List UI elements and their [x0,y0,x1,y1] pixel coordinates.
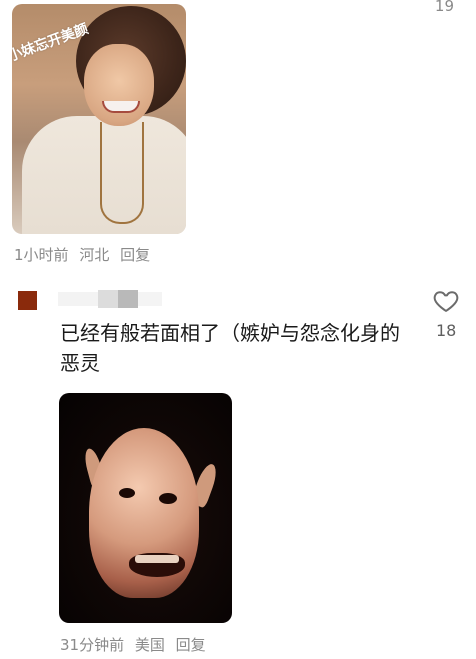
comment-meta: 31分钟前 美国 回复 [60,634,212,655]
blur-block [58,292,98,306]
avatar[interactable] [18,291,37,310]
image-face-shape [84,44,154,126]
top-comment-location: 河北 [79,246,110,264]
mask-teeth [135,555,179,563]
top-comment-time: 1小时前 [14,246,69,264]
heart-outline-icon[interactable] [432,287,460,315]
username-blurred[interactable] [58,290,162,308]
top-comment-meta: 1小时前 河北 回复 [14,244,156,265]
top-comment-like-count: 19 [434,0,454,15]
blur-block [138,292,162,306]
top-comment-image[interactable]: 小妹忘开美颜 [12,4,186,234]
reply-button[interactable]: 回复 [176,636,206,654]
mask-eye-right [159,493,177,504]
top-comment-reply-button[interactable]: 回复 [120,246,150,264]
blur-block [98,290,118,308]
comment-text: 已经有般若面相了（嫉妒与怨念化身的恶灵 [60,321,400,375]
blur-block [118,290,138,308]
comment-image-mask[interactable] [59,393,232,623]
like-count: 18 [436,321,457,340]
comment-location: 美国 [134,636,165,654]
image-smile-shape [102,101,140,113]
image-necklace-shape [100,122,144,224]
mask-eye-left [119,488,135,498]
comment-time: 31分钟前 [60,636,125,654]
